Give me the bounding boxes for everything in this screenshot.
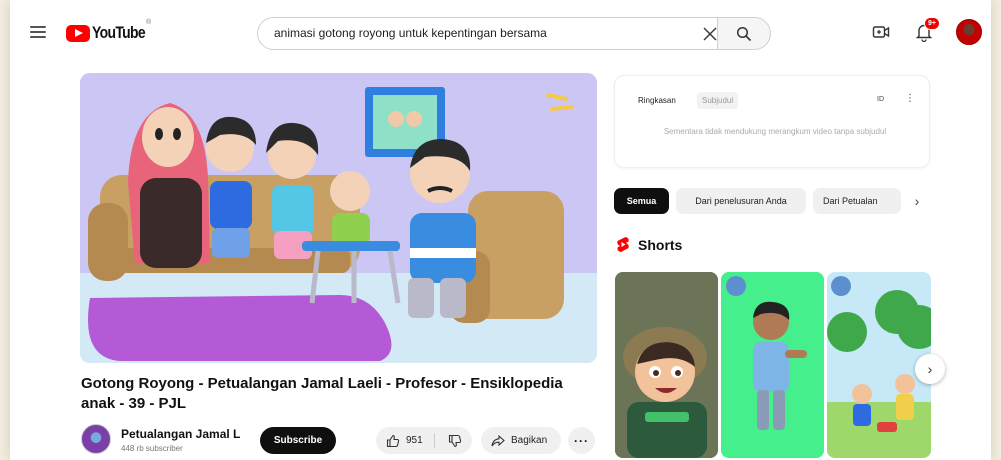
logo-region: ® <box>146 19 152 26</box>
search-icon <box>736 26 752 42</box>
search-button[interactable] <box>717 17 771 50</box>
shorts-label: Shorts <box>638 236 683 253</box>
summary-more-icon[interactable]: ⋮ <box>905 93 915 104</box>
thumbs-up-icon <box>386 434 400 447</box>
share-button[interactable]: Bagikan <box>481 427 561 454</box>
channel-avatar[interactable] <box>81 424 111 454</box>
create-video-icon[interactable] <box>872 24 890 40</box>
summary-language[interactable]: ID <box>877 96 884 103</box>
like-divider <box>434 433 435 448</box>
like-count: 951 <box>406 435 423 446</box>
like-button[interactable]: 951 <box>376 427 434 454</box>
thumbs-down-icon <box>448 434 462 447</box>
logo-text: YouTube <box>92 23 146 42</box>
shorts-logo-icon <box>617 237 629 252</box>
short-video-thumbnail[interactable] <box>615 272 718 458</box>
tab-summary[interactable]: Ringkasan <box>633 92 681 109</box>
share-label: Bagikan <box>511 435 548 446</box>
hamburger-menu-icon[interactable] <box>30 26 46 38</box>
search-input[interactable] <box>274 26 674 40</box>
search-box <box>257 17 717 50</box>
video-frame-illustration <box>80 73 597 363</box>
account-avatar[interactable] <box>956 19 982 45</box>
shorts-header: Shorts <box>616 236 682 253</box>
short-thumbnail-image <box>615 272 718 458</box>
notification-badge: 9+ <box>924 17 940 30</box>
youtube-logo[interactable]: YouTube ® <box>66 19 157 43</box>
chip-all[interactable]: Semua <box>614 188 669 214</box>
summary-message: Sementara tidak mendukung merangkum vide… <box>663 127 887 136</box>
chip-from-search[interactable]: Dari penelusuran Anda <box>676 188 806 214</box>
video-title: Gotong Royong - Petualangan Jamal Laeli … <box>81 375 563 412</box>
top-bar: YouTube ® 9+ <box>10 0 991 66</box>
shorts-next-button[interactable]: › <box>915 354 945 384</box>
chevron-right-icon[interactable]: › <box>908 192 926 210</box>
youtube-play-icon <box>66 24 90 42</box>
summary-panel: Ringkasan Subjudul ID ⋮ Sementara tidak … <box>614 75 930 168</box>
subscriber-count: 448 rb subscriber <box>121 444 183 453</box>
dislike-button[interactable] <box>438 427 472 454</box>
short-video-thumbnail[interactable] <box>721 272 824 458</box>
video-player[interactable] <box>80 73 597 363</box>
chip-from-channel[interactable]: Dari Petualan <box>813 188 901 214</box>
subscribe-button[interactable]: Subscribe <box>260 427 336 454</box>
short-thumbnail-image <box>721 272 824 458</box>
tab-subtitles[interactable]: Subjudul <box>697 92 739 109</box>
chevron-right-icon: › <box>927 361 933 377</box>
channel-name[interactable]: Petualangan Jamal L <box>121 427 240 441</box>
like-dislike-group: 951 <box>376 427 472 454</box>
youtube-window: YouTube ® 9+ <box>10 0 991 460</box>
share-arrow-icon <box>491 434 505 446</box>
more-actions-button[interactable]: ··· <box>568 427 595 454</box>
